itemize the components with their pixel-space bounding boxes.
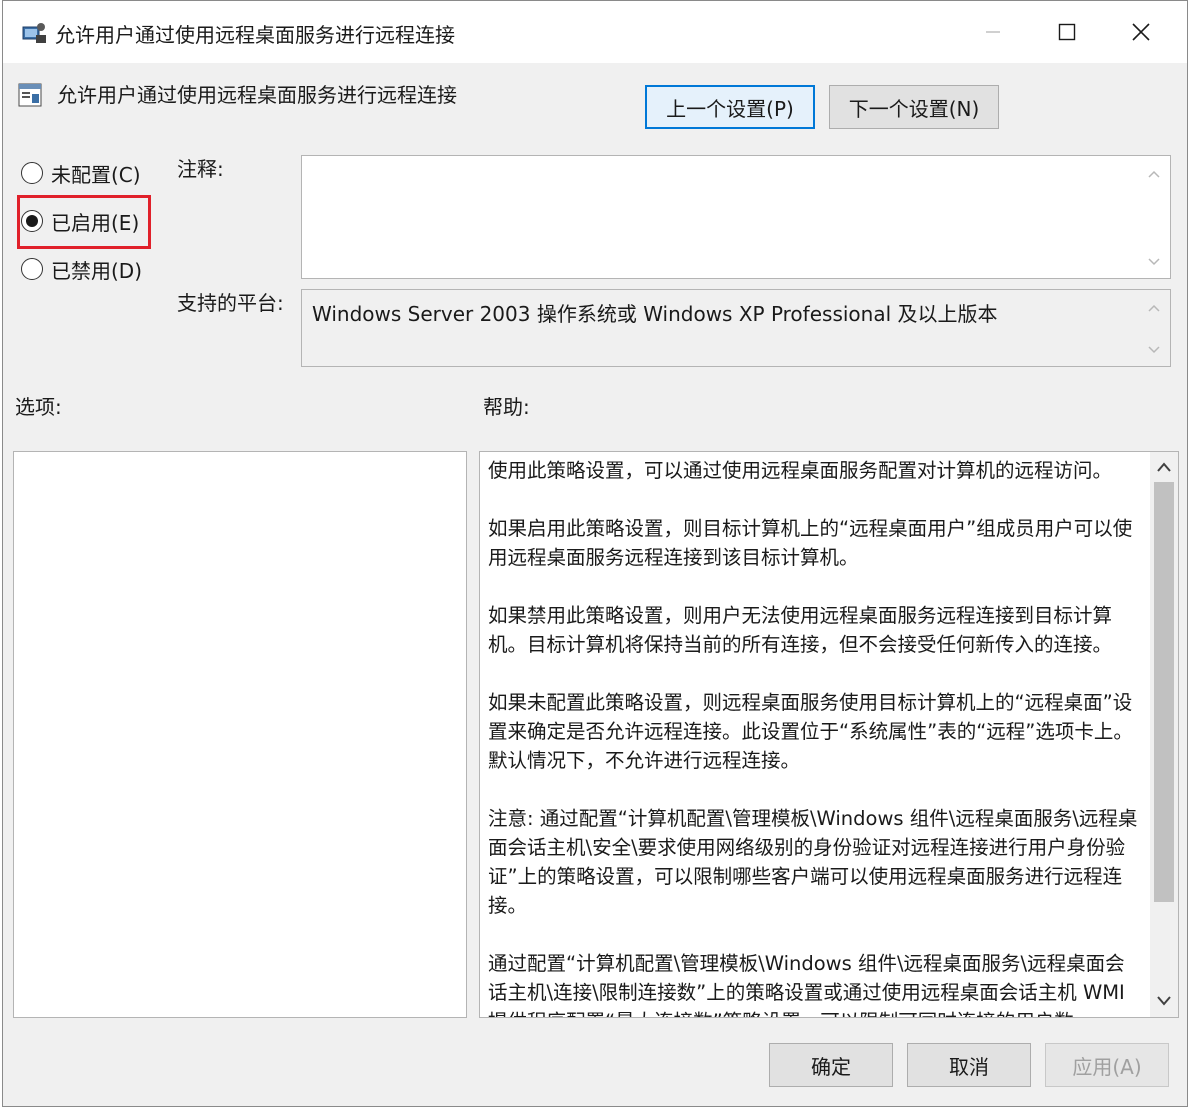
scroll-up-icon[interactable]: [1156, 458, 1172, 477]
scroll-up-icon[interactable]: [1146, 300, 1162, 316]
enabled-highlight-box: [17, 195, 151, 249]
minimize-icon: [986, 31, 1000, 33]
previous-setting-button[interactable]: 上一个设置(P): [645, 85, 815, 129]
scroll-down-icon[interactable]: [1146, 254, 1162, 270]
help-text: 使用此策略设置，可以通过使用远程桌面服务配置对计算机的远程访问。 如果启用此策略…: [480, 452, 1150, 1017]
help-label: 帮助:: [483, 395, 530, 419]
help-paragraph: 注意: 通过配置“计算机配置\管理模板\Windows 组件\远程桌面服务\远程…: [488, 807, 1138, 917]
help-paragraph: 使用此策略设置，可以通过使用远程桌面服务配置对计算机的远程访问。: [488, 459, 1113, 482]
radio-circle[interactable]: [21, 162, 43, 184]
policy-title: 允许用户通过使用远程桌面服务进行远程连接: [57, 83, 457, 107]
next-setting-button[interactable]: 下一个设置(N): [829, 85, 999, 129]
help-scrollbar[interactable]: [1150, 452, 1178, 1017]
policy-app-icon: [22, 23, 46, 43]
scroll-up-icon[interactable]: [1146, 166, 1162, 182]
radio-not-configured[interactable]: 未配置(C): [21, 159, 141, 187]
scroll-down-icon[interactable]: [1146, 342, 1162, 358]
minimize-button[interactable]: [957, 1, 1029, 63]
help-paragraph: 通过配置“计算机配置\管理模板\Windows 组件\远程桌面服务\远程桌面会话…: [488, 952, 1125, 1017]
scrollbar-thumb[interactable]: [1154, 482, 1174, 902]
apply-button[interactable]: 应用(A): [1045, 1043, 1169, 1087]
help-paragraph: 如果未配置此策略设置，则远程桌面服务使用目标计算机上的“远程桌面”设置来确定是否…: [488, 691, 1133, 772]
radio-circle[interactable]: [21, 258, 43, 280]
options-panel: [13, 451, 467, 1018]
radio-label: 未配置(C): [51, 162, 141, 187]
maximize-icon: [1058, 23, 1076, 41]
cancel-button[interactable]: 取消: [907, 1043, 1031, 1087]
radio-disabled[interactable]: 已禁用(D): [21, 255, 142, 283]
options-label: 选项:: [15, 395, 62, 419]
platform-field: Windows Server 2003 操作系统或 Windows XP Pro…: [301, 289, 1171, 367]
close-button[interactable]: [1105, 1, 1177, 63]
comment-label: 注释:: [177, 157, 224, 181]
help-panel[interactable]: 使用此策略设置，可以通过使用远程桌面服务配置对计算机的远程访问。 如果启用此策略…: [479, 451, 1179, 1018]
window-title: 允许用户通过使用远程桌面服务进行远程连接: [55, 23, 455, 47]
platform-label: 支持的平台:: [177, 291, 284, 315]
radio-label: 已禁用(D): [51, 258, 143, 283]
help-paragraph: 如果启用此策略设置，则目标计算机上的“远程桌面用户”组成员用户可以使用远程桌面服…: [488, 517, 1133, 569]
scroll-down-icon[interactable]: [1156, 992, 1172, 1011]
help-paragraph: 如果禁用此策略设置，则用户无法使用远程桌面服务远程连接到目标计算机。目标计算机将…: [488, 604, 1113, 656]
close-icon: [1132, 23, 1150, 41]
title-bar: 允许用户通过使用远程桌面服务进行远程连接: [3, 1, 1187, 63]
maximize-button[interactable]: [1031, 1, 1103, 63]
policy-setting-icon: [18, 83, 42, 107]
policy-dialog: 允许用户通过使用远程桌面服务进行远程连接 允许用户通过使用远程桌面服务进行远程连…: [2, 0, 1188, 1107]
platform-value: Windows Server 2003 操作系统或 Windows XP Pro…: [312, 302, 998, 326]
comment-textarea[interactable]: [301, 155, 1171, 279]
ok-button[interactable]: 确定: [769, 1043, 893, 1087]
